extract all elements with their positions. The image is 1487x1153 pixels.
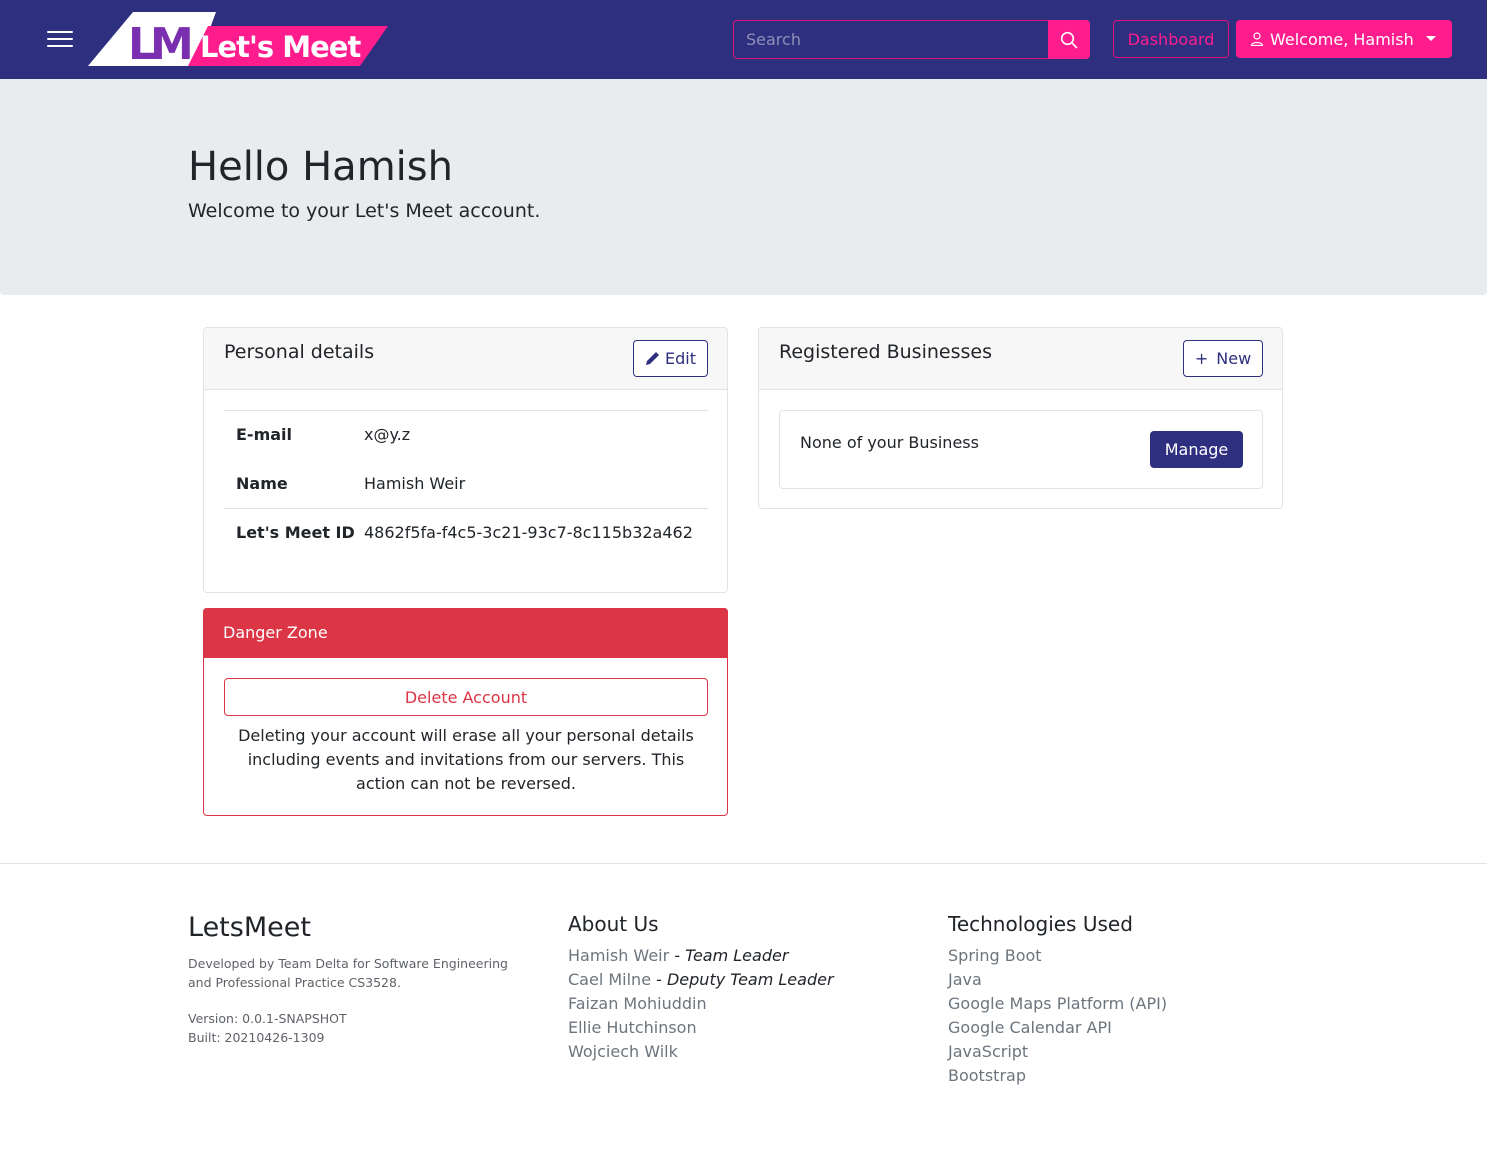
plus-icon: + (1194, 349, 1209, 368)
technology-item[interactable]: Google Maps Platform (API) (948, 992, 1167, 1016)
caret-down-icon (1426, 36, 1436, 41)
new-label: New (1216, 349, 1252, 368)
registered-businesses-title: Registered Businesses (779, 341, 992, 363)
footer-version: Version: 0.0.1-SNAPSHOT (188, 1011, 347, 1026)
team-list: Hamish Weir - Team Leader Cael Milne - D… (568, 944, 834, 1064)
user-icon (1250, 32, 1264, 46)
detail-value: x@y.z (364, 425, 411, 444)
delete-account-button[interactable]: Delete Account (224, 678, 708, 716)
page-subtitle: Welcome to your Let's Meet account. (188, 200, 541, 222)
technology-item[interactable]: Java (948, 968, 1167, 992)
delete-warning-text: Deleting your account will erase all you… (238, 726, 694, 793)
detail-key: Name (236, 474, 288, 493)
detail-value: Hamish Weir (364, 474, 466, 493)
technology-item[interactable]: Bootstrap (948, 1064, 1167, 1088)
about-us-heading: About Us (568, 912, 659, 936)
registered-businesses-card: Registered Businesses + New None of your… (758, 327, 1283, 509)
detail-key: E-mail (236, 425, 293, 444)
pencil-icon (646, 352, 659, 365)
footer-built: Built: 20210426-1309 (188, 1030, 325, 1045)
registered-businesses-header: Registered Businesses + New (759, 328, 1282, 390)
hamburger-menu-icon[interactable] (47, 29, 73, 49)
business-name: None of your Business (800, 433, 979, 452)
lets-meet-logo[interactable]: LM Let's Meet (88, 12, 388, 70)
personal-details-title: Personal details (224, 341, 375, 363)
page-title: Hello Hamish (188, 144, 453, 190)
navbar: LM Let's Meet Dashboard Welcome, Hamish (0, 0, 1487, 79)
detail-row-email: E-mail x@y.z (224, 411, 708, 460)
welcome-jumbotron: Hello Hamish Welcome to your Let's Meet … (0, 79, 1487, 295)
technologies-list: Spring Boot Java Google Maps Platform (A… (948, 944, 1167, 1088)
business-item: None of your Business Manage (779, 410, 1263, 489)
welcome-label: Welcome, Hamish (1270, 29, 1414, 49)
logo-text: Let's Meet (200, 30, 361, 64)
search-icon (1060, 31, 1078, 48)
technology-item[interactable]: JavaScript (948, 1040, 1167, 1064)
footer-developed-by: Developed by Team Delta for Software Eng… (188, 956, 508, 990)
team-member[interactable]: Wojciech Wilk (568, 1040, 834, 1064)
danger-zone-title: Danger Zone (223, 623, 328, 642)
team-member[interactable]: Cael Milne - Deputy Team Leader (568, 968, 834, 992)
logo-monogram: LM (128, 19, 190, 66)
detail-value: 4862f5fa-f4c5-3c21-93c7-8c115b32a462 (364, 523, 693, 542)
search-button[interactable] (1048, 20, 1090, 59)
danger-zone-header: Danger Zone (203, 608, 728, 658)
team-member[interactable]: Faizan Mohiuddin (568, 992, 834, 1016)
detail-key: Let's Meet ID (236, 523, 355, 542)
footer-divider (0, 863, 1487, 864)
team-member[interactable]: Ellie Hutchinson (568, 1016, 834, 1040)
detail-row-id: Let's Meet ID 4862f5fa-f4c5-3c21-93c7-8c… (224, 509, 708, 558)
edit-button[interactable]: Edit (633, 340, 708, 377)
technologies-heading: Technologies Used (948, 912, 1133, 936)
edit-label: Edit (665, 349, 696, 368)
new-business-button[interactable]: + New (1183, 340, 1263, 377)
search-input[interactable] (733, 20, 1049, 59)
user-menu-dropdown[interactable]: Welcome, Hamish (1236, 20, 1452, 58)
personal-details-header: Personal details Edit (204, 328, 727, 390)
technology-item[interactable]: Spring Boot (948, 944, 1167, 968)
danger-zone-card: Danger Zone Delete Account Deleting your… (203, 608, 728, 816)
detail-row-name: Name Hamish Weir (224, 460, 708, 509)
dashboard-button[interactable]: Dashboard (1113, 20, 1229, 58)
personal-details-card: Personal details Edit E-mail x@y.z Name … (203, 327, 728, 593)
manage-business-button[interactable]: Manage (1150, 431, 1243, 468)
footer-brand: LetsMeet (188, 912, 311, 943)
technology-item[interactable]: Google Calendar API (948, 1016, 1167, 1040)
team-member[interactable]: Hamish Weir - Team Leader (568, 944, 834, 968)
